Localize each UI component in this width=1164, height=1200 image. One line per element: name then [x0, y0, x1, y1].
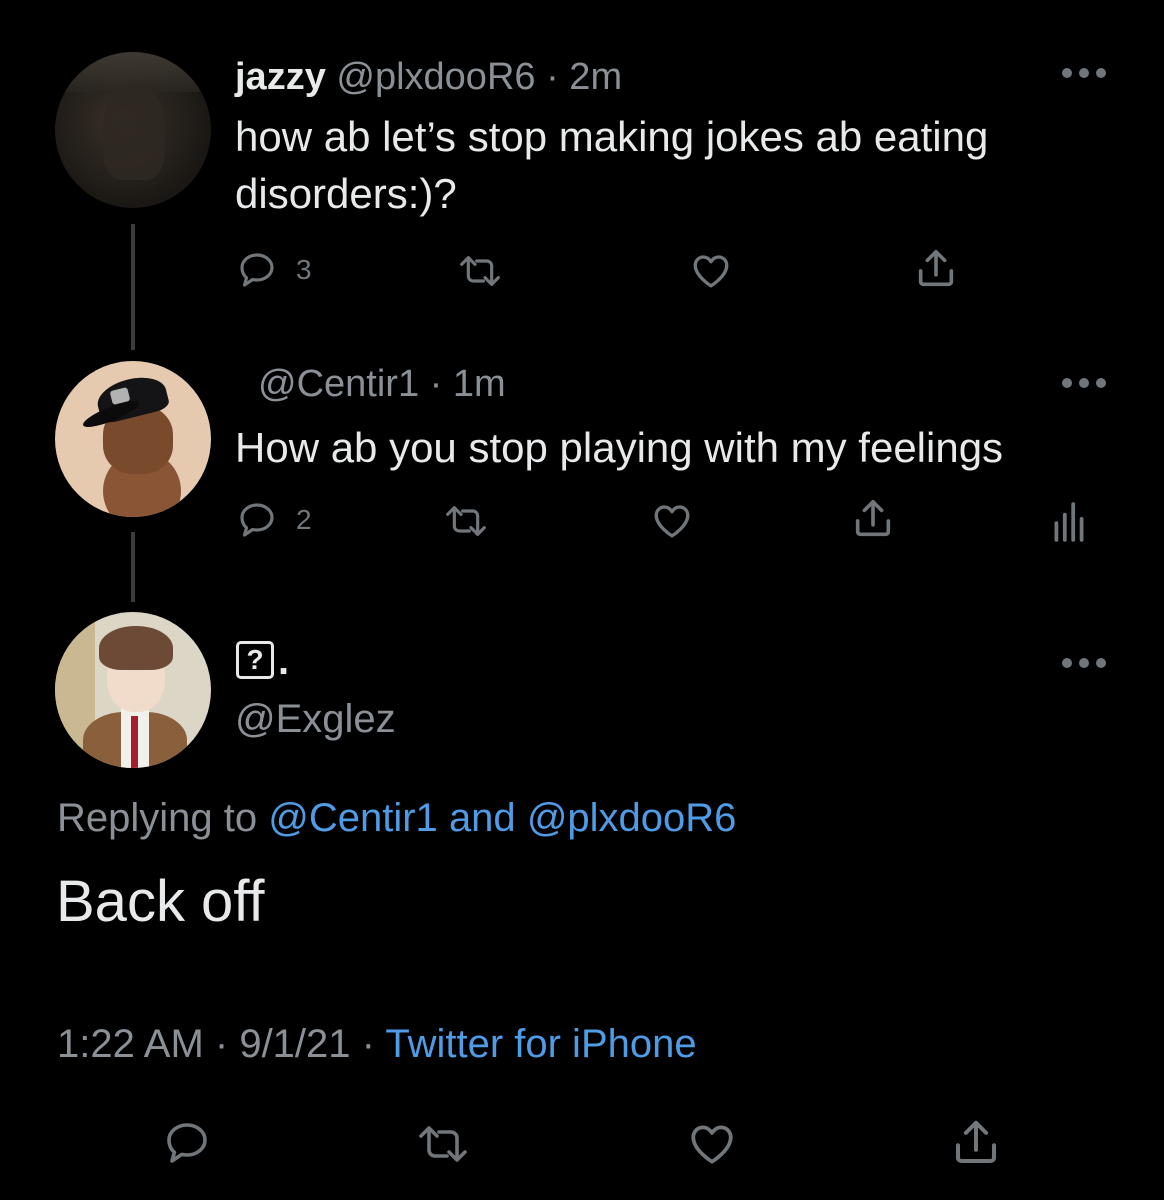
reply-count: 3 — [296, 254, 312, 285]
heart-icon — [691, 1125, 733, 1164]
reply-icon — [167, 1123, 207, 1163]
analytics-button[interactable] — [1052, 500, 1086, 542]
replying-to: Replying to @Centir1 and @plxdooR6 — [57, 796, 736, 841]
tweet-header: jazzy @plxdooR6 · 2m — [235, 56, 622, 99]
thread-line-2 — [131, 532, 135, 602]
tweet-text-line: how ab let’s stop making jokes ab eating — [235, 113, 989, 160]
reply-count: 2 — [296, 504, 312, 535]
retweet-button[interactable] — [442, 501, 490, 541]
like-button[interactable] — [689, 250, 733, 292]
replying-and: and — [448, 796, 516, 840]
avatar-centir[interactable] — [55, 361, 211, 517]
tweet-text: How ab you stop playing with my feelings — [235, 424, 1004, 471]
reply-icon — [240, 503, 274, 537]
share-button[interactable] — [913, 246, 959, 292]
share-icon — [855, 499, 891, 537]
replying-prefix: Replying to — [57, 796, 258, 840]
retweet-button[interactable] — [456, 251, 504, 291]
tweet-text-line: disorders:)? — [235, 170, 457, 217]
reply-icon — [240, 253, 274, 287]
like-button[interactable] — [686, 1119, 738, 1169]
thread-line-1 — [131, 224, 135, 350]
share-button[interactable] — [850, 496, 896, 542]
tweet-text: how ab let’s stop making jokes ab eating… — [235, 108, 988, 222]
display-name[interactable]: jazzy — [235, 56, 326, 98]
reply-button[interactable]: 2 — [236, 500, 312, 540]
handle[interactable]: @Centir1 — [258, 363, 419, 405]
source-link[interactable]: Twitter for iPhone — [385, 1022, 696, 1066]
reply-button[interactable] — [162, 1119, 212, 1167]
retweet-icon — [460, 256, 500, 286]
avatar-exglez[interactable] — [55, 612, 211, 768]
heart-icon — [693, 255, 729, 288]
like-button[interactable] — [650, 500, 694, 542]
display-name-row: ? . — [236, 639, 290, 683]
retweet-button[interactable] — [414, 1120, 472, 1168]
timestamp[interactable]: · 1m — [430, 363, 506, 405]
more-dots-icon[interactable] — [1062, 68, 1108, 80]
display-name-suffix: . — [278, 639, 290, 683]
heart-icon — [654, 505, 690, 538]
retweet-icon — [419, 1126, 467, 1162]
time[interactable]: 1:22 AM — [57, 1022, 204, 1066]
replying-user-link[interactable]: @plxdooR6 — [527, 796, 737, 840]
share-button[interactable] — [948, 1116, 1004, 1170]
replying-user-link[interactable]: @Centir1 — [268, 796, 438, 840]
tweet-timestamp: 1:22 AM · 9/1/21 · Twitter for iPhone — [57, 1022, 697, 1067]
share-icon — [955, 1120, 997, 1164]
avatar-jazzy[interactable] — [55, 52, 211, 208]
share-icon — [918, 249, 954, 287]
tweet-header: @Centir1 · 1m — [258, 363, 506, 406]
date[interactable]: · 9/1/21 · — [215, 1022, 375, 1066]
handle[interactable]: @plxdooR6 — [336, 56, 535, 98]
more-dots-icon[interactable] — [1062, 378, 1108, 390]
timestamp[interactable]: · 2m — [546, 56, 622, 98]
more-dots-icon[interactable] — [1062, 658, 1108, 670]
display-name[interactable]: ? — [236, 641, 274, 679]
reply-button[interactable]: 3 — [236, 250, 312, 290]
handle[interactable]: @Exglez — [235, 697, 396, 742]
analytics-icon — [1054, 502, 1084, 542]
main-tweet-text: Back off — [56, 869, 265, 934]
retweet-icon — [446, 506, 486, 536]
